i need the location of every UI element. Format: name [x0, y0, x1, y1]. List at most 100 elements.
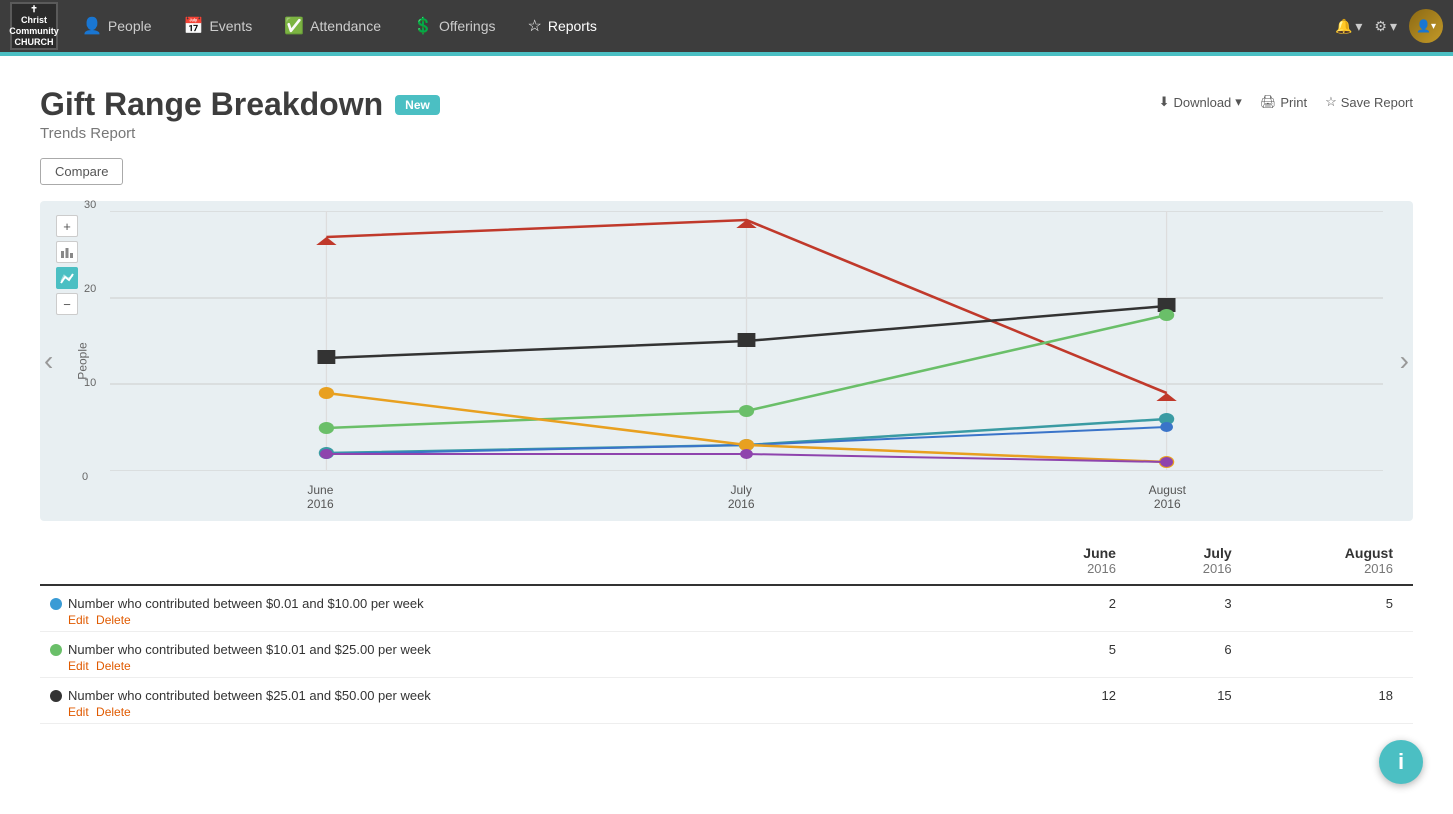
y-tick-20: 20 [84, 283, 96, 295]
bell-button[interactable]: 🔔 ▾ [1335, 18, 1362, 35]
user-avatar[interactable]: 👤 ▾ [1409, 9, 1443, 43]
nav-label-offerings: Offerings [439, 18, 496, 34]
new-badge: New [395, 95, 440, 115]
attendance-icon: ✅ [284, 16, 304, 36]
bell-caret: ▾ [1355, 18, 1362, 35]
download-icon: ⬇ [1159, 94, 1170, 110]
x-label-july: July 2016 [728, 483, 755, 511]
nav-item-reports[interactable]: ☆ Reports [513, 10, 610, 42]
x-label-august: August 2016 [1149, 483, 1186, 511]
table-col-header-august: August 2016 [1252, 537, 1413, 585]
events-icon: 📅 [184, 16, 204, 36]
y-tick-10: 10 [84, 377, 96, 389]
offerings-icon: 💲 [413, 16, 433, 36]
table-row: Number who contributed between $0.01 and… [40, 585, 1413, 632]
row-dot [50, 598, 62, 610]
table-header-row: June 2016 July 2016 August 2016 [40, 537, 1413, 585]
data-table: June 2016 July 2016 August 2016 Number w… [40, 537, 1413, 724]
row-label: Number who contributed between $0.01 and… [50, 596, 991, 627]
chart-nav-left[interactable]: ‹ [44, 345, 53, 377]
nav-item-offerings[interactable]: 💲 Offerings [399, 10, 509, 42]
print-label: Print [1280, 95, 1307, 110]
chart-container: ‹ › + − People 0 [40, 201, 1413, 521]
page-actions: ⬇ Download ▾ 🖨 Print ☆ Save Report [1159, 94, 1413, 110]
download-caret: ▾ [1235, 94, 1242, 110]
edit-link[interactable]: Edit [68, 659, 89, 673]
download-button[interactable]: ⬇ Download ▾ [1159, 94, 1242, 110]
table-cell-value-1: 6 [1136, 632, 1252, 678]
save-label: Save Report [1341, 95, 1413, 110]
table-cell-value-2: 5 [1252, 585, 1413, 632]
edit-link[interactable]: Edit [68, 705, 89, 719]
delete-link[interactable]: Delete [96, 659, 131, 673]
row-actions: Edit Delete [68, 705, 431, 719]
bar-chart-button[interactable] [56, 241, 78, 263]
print-button[interactable]: 🖨 Print [1260, 94, 1307, 110]
chart-nav-right[interactable]: › [1400, 345, 1409, 377]
page-subtitle: Trends Report [40, 125, 440, 142]
nav-label-events: Events [209, 18, 252, 34]
x-labels: June 2016 July 2016 August 2016 [110, 483, 1383, 511]
y-axis-label: People [76, 342, 90, 379]
line-chart-icon [60, 271, 74, 285]
row-text: Number who contributed between $10.01 an… [68, 642, 431, 657]
table-cell-label: Number who contributed between $0.01 and… [40, 585, 1011, 632]
table-cell-value-1: 15 [1136, 678, 1252, 724]
table-cell-value-0: 5 [1011, 632, 1136, 678]
row-label: Number who contributed between $25.01 an… [50, 688, 991, 719]
nav-item-people[interactable]: 👤 People [68, 10, 166, 42]
app-logo[interactable]: ✝ChristCommunityCHURCH [10, 2, 58, 50]
nav-label-attendance: Attendance [310, 18, 381, 34]
chart-inner: People 0 10 20 30 [110, 211, 1383, 511]
navigation: ✝ChristCommunityCHURCH 👤 People 📅 Events… [0, 0, 1453, 52]
row-actions: Edit Delete [68, 659, 431, 673]
chart-svg [110, 211, 1383, 471]
compare-button[interactable]: Compare [40, 158, 123, 185]
avatar-caret: ▾ [1431, 21, 1436, 32]
row-label: Number who contributed between $10.01 an… [50, 642, 991, 673]
zoom-out-button[interactable]: − [56, 293, 78, 315]
nav-label-people: People [108, 18, 152, 34]
bar-chart-icon [60, 245, 74, 259]
bell-icon: 🔔 [1335, 18, 1352, 35]
print-icon: 🖨 [1260, 94, 1277, 110]
nav-item-events[interactable]: 📅 Events [170, 10, 267, 42]
table-row: Number who contributed between $10.01 an… [40, 632, 1413, 678]
table-col-header-label [40, 537, 1011, 585]
table-row: Number who contributed between $25.01 an… [40, 678, 1413, 724]
logo-text: ✝ChristCommunityCHURCH [9, 4, 59, 47]
delete-link[interactable]: Delete [96, 705, 131, 719]
chart-controls: + − [56, 215, 78, 315]
y-tick-30: 30 [84, 199, 96, 211]
page-title-area: Gift Range Breakdown New Trends Report [40, 86, 440, 142]
table-cell-value-2 [1252, 632, 1413, 678]
edit-link[interactable]: Edit [68, 613, 89, 627]
reports-icon: ☆ [527, 16, 541, 36]
table-cell-value-0: 2 [1011, 585, 1136, 632]
x-label-june: June 2016 [307, 483, 334, 511]
row-text: Number who contributed between $0.01 and… [68, 596, 424, 611]
table-col-header-july: July 2016 [1136, 537, 1252, 585]
nav-item-attendance[interactable]: ✅ Attendance [270, 10, 395, 42]
save-report-button[interactable]: ☆ Save Report [1325, 94, 1413, 110]
table-col-header-june: June 2016 [1011, 537, 1136, 585]
row-dot [50, 644, 62, 656]
row-text: Number who contributed between $25.01 an… [68, 688, 431, 703]
delete-link[interactable]: Delete [96, 613, 131, 627]
line-chart-button[interactable] [56, 267, 78, 289]
row-actions: Edit Delete [68, 613, 424, 627]
table-cell-label: Number who contributed between $10.01 an… [40, 632, 1011, 678]
download-label: Download [1173, 95, 1231, 110]
page-title: Gift Range Breakdown New [40, 86, 440, 123]
y-tick-0: 0 [82, 471, 88, 483]
table-cell-label: Number who contributed between $25.01 an… [40, 678, 1011, 724]
avatar-icon: 👤 [1416, 19, 1431, 33]
gear-icon: ⚙ [1374, 18, 1387, 35]
zoom-in-button[interactable]: + [56, 215, 78, 237]
gear-button[interactable]: ⚙ ▾ [1374, 18, 1397, 35]
info-button[interactable]: i [1379, 740, 1423, 784]
table-cell-value-2: 18 [1252, 678, 1413, 724]
star-icon: ☆ [1325, 94, 1337, 110]
gear-caret: ▾ [1390, 18, 1397, 35]
people-icon: 👤 [82, 16, 102, 36]
